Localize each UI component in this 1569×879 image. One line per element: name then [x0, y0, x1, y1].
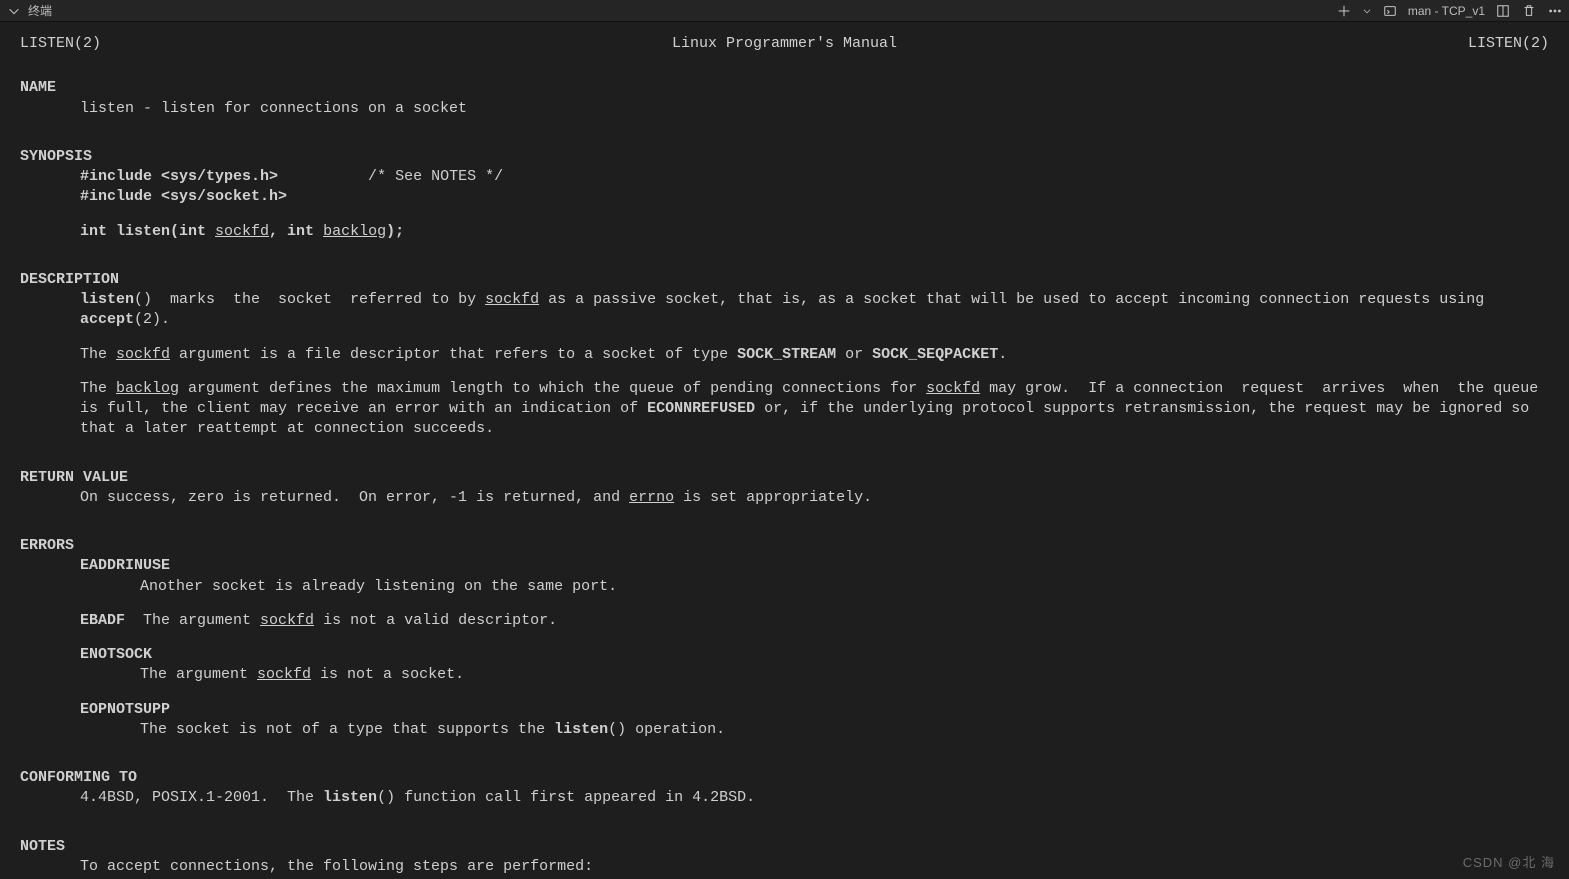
- error-enotsock: ENOTSOCK: [20, 645, 1549, 665]
- description-para-3: The backlog argument defines the maximum…: [20, 379, 1549, 440]
- ellipsis-icon[interactable]: [1547, 3, 1563, 19]
- error-eopnotsupp: EOPNOTSUPP: [20, 700, 1549, 720]
- man-header-left: LISTEN(2): [20, 34, 101, 54]
- title-bar-left: 终端: [6, 2, 52, 19]
- synopsis-include-1: #include <sys/types.h> /* See NOTES */: [20, 167, 1549, 187]
- terminal-content[interactable]: LISTEN(2) Linux Programmer's Manual LIST…: [0, 22, 1569, 879]
- error-eaddrinuse: EADDRINUSE: [20, 556, 1549, 576]
- terminal-process-label[interactable]: man - TCP_v1: [1408, 4, 1485, 18]
- error-enotsock-text: The argument sockfd is not a socket.: [20, 665, 1549, 685]
- man-page-header: LISTEN(2) Linux Programmer's Manual LIST…: [20, 34, 1549, 54]
- man-header-center: Linux Programmer's Manual: [672, 34, 897, 54]
- description-para-2: The sockfd argument is a file descriptor…: [20, 345, 1549, 365]
- terminal-title-bar: 终端 man - TCP_v1: [0, 0, 1569, 22]
- section-notes: NOTES: [20, 837, 1549, 857]
- error-ebadf: EBADF The argument sockfd is not a valid…: [20, 611, 1549, 631]
- man-header-right: LISTEN(2): [1468, 34, 1549, 54]
- title-bar-right: man - TCP_v1: [1336, 3, 1563, 19]
- terminal-process-icon: [1382, 3, 1398, 19]
- section-description: DESCRIPTION: [20, 270, 1549, 290]
- plus-icon[interactable]: [1336, 3, 1352, 19]
- error-eopnotsupp-text: The socket is not of a type that support…: [20, 720, 1549, 740]
- notes-line: To accept connections, the following ste…: [20, 857, 1549, 877]
- chevron-down-icon[interactable]: [1362, 3, 1372, 19]
- name-line: listen - listen for connections on a soc…: [20, 99, 1549, 119]
- synopsis-prototype: int listen(int sockfd, int backlog);: [20, 222, 1549, 242]
- section-errors: ERRORS: [20, 536, 1549, 556]
- description-para-1: listen() marks the socket referred to by…: [20, 290, 1549, 331]
- section-return-value: RETURN VALUE: [20, 468, 1549, 488]
- section-conforming-to: CONFORMING TO: [20, 768, 1549, 788]
- section-name: NAME: [20, 78, 1549, 98]
- return-value-line: On success, zero is returned. On error, …: [20, 488, 1549, 508]
- section-synopsis: SYNOPSIS: [20, 147, 1549, 167]
- terminal-tab-label[interactable]: 终端: [28, 2, 52, 19]
- synopsis-include-2: #include <sys/socket.h>: [20, 187, 1549, 207]
- split-panel-icon[interactable]: [1495, 3, 1511, 19]
- chevron-down-icon[interactable]: [6, 3, 22, 19]
- conforming-line: 4.4BSD, POSIX.1-2001. The listen() funct…: [20, 788, 1549, 808]
- error-eaddrinuse-text: Another socket is already listening on t…: [20, 577, 1549, 597]
- trash-icon[interactable]: [1521, 3, 1537, 19]
- watermark-text: CSDN @北 海: [1463, 852, 1555, 871]
